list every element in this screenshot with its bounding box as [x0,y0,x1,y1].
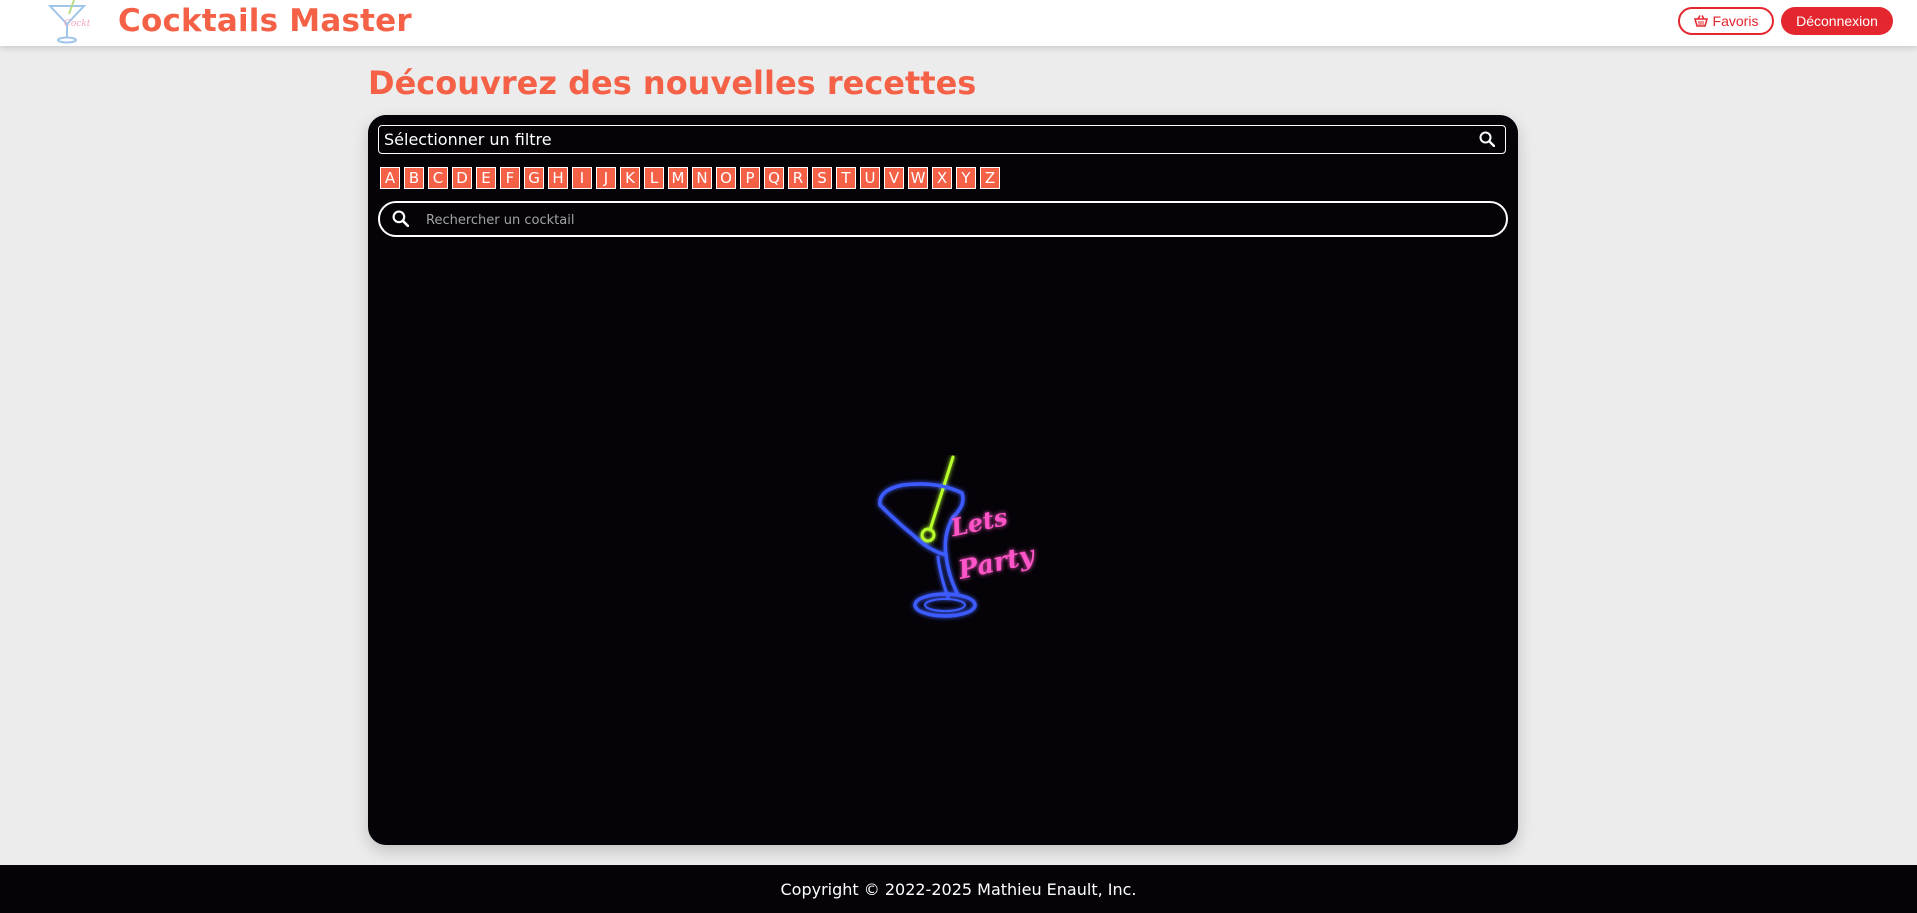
letter-filter-j[interactable]: J [596,167,616,189]
letter-filter-u[interactable]: U [860,167,880,189]
svg-text:Cocktails: Cocktails [64,19,90,29]
page-title: Découvrez des nouvelles recettes [368,64,977,102]
basket-icon [1693,15,1708,27]
letter-filter-w[interactable]: W [908,167,928,189]
letter-filter-a[interactable]: A [380,167,400,189]
letter-filter-f[interactable]: F [500,167,520,189]
search-icon [1479,131,1495,147]
alphabet-filter: ABCDEFGHIJKLMNOPQRSTUVWXYZ [380,167,1000,189]
letter-filter-h[interactable]: H [548,167,568,189]
neon-cocktail-image: Lets Party [878,455,1039,618]
cocktail-search-bar [378,201,1508,237]
filter-select[interactable]: Sélectionner un filtre [378,125,1506,154]
letter-filter-y[interactable]: Y [956,167,976,189]
copyright-text: Copyright © 2022-2025 Mathieu Enault, In… [780,879,1137,899]
letter-filter-z[interactable]: Z [980,167,1000,189]
letter-filter-e[interactable]: E [476,167,496,189]
letter-filter-m[interactable]: M [668,167,688,189]
favorites-button[interactable]: Favoris [1678,7,1774,35]
letter-filter-s[interactable]: S [812,167,832,189]
favorites-label: Favoris [1712,13,1759,29]
letter-filter-p[interactable]: P [740,167,760,189]
cocktail-logo-icon[interactable]: Cocktails [44,0,90,44]
letter-filter-r[interactable]: R [788,167,808,189]
app-title[interactable]: Cocktails Master [118,3,412,39]
letter-filter-d[interactable]: D [452,167,472,189]
search-icon [392,210,409,227]
filter-select-label: Sélectionner un filtre [384,130,552,149]
logout-button[interactable]: Déconnexion [1781,7,1893,35]
letter-filter-n[interactable]: N [692,167,712,189]
letter-filter-i[interactable]: I [572,167,592,189]
letter-filter-l[interactable]: L [644,167,664,189]
top-navbar: Cocktails Cocktails Master Favoris Décon… [0,0,1917,46]
letter-filter-q[interactable]: Q [764,167,784,189]
letter-filter-t[interactable]: T [836,167,856,189]
letter-filter-b[interactable]: B [404,167,424,189]
letter-filter-o[interactable]: O [716,167,736,189]
letter-filter-x[interactable]: X [932,167,952,189]
search-input[interactable] [424,207,1488,233]
letter-filter-c[interactable]: C [428,167,448,189]
letter-filter-g[interactable]: G [524,167,544,189]
hero-text-line-2: Party [955,540,1039,586]
recipes-panel: Sélectionner un filtre ABCDEFGHIJKLMNOPQ… [368,115,1518,845]
footer: Copyright © 2022-2025 Mathieu Enault, In… [0,865,1917,913]
hero-text-line-1: Lets [947,502,1010,542]
letter-filter-k[interactable]: K [620,167,640,189]
letter-filter-v[interactable]: V [884,167,904,189]
